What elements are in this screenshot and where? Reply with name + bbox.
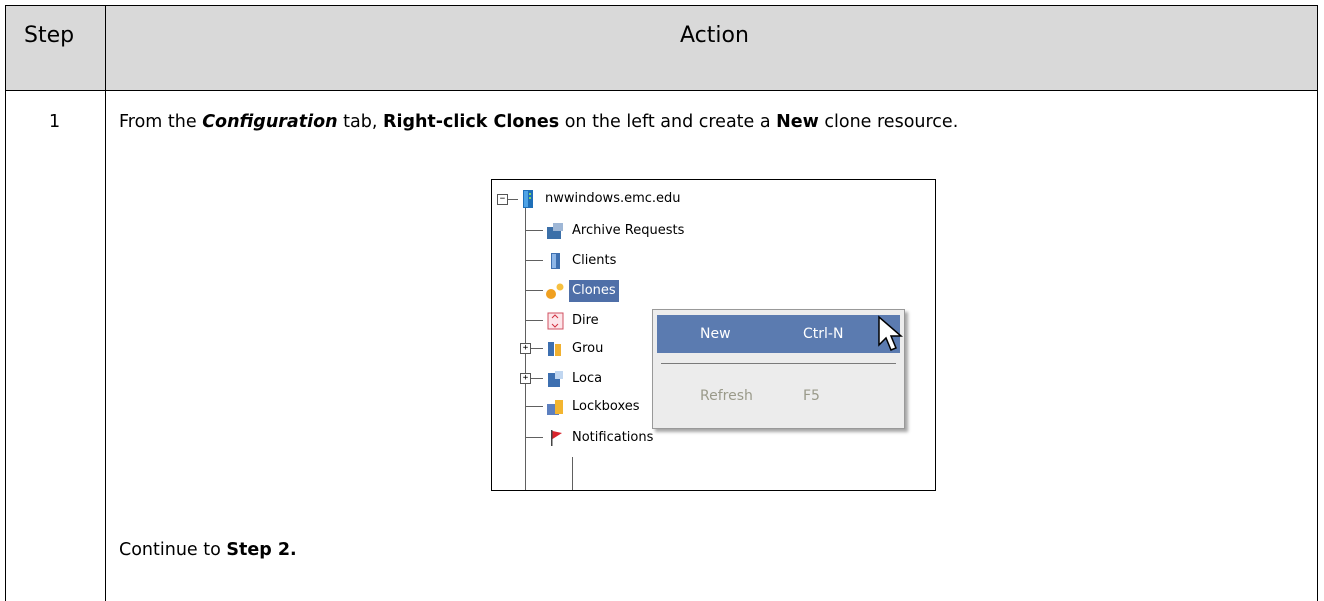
directives-icon bbox=[547, 312, 564, 330]
continue-instruction: Continue to Step 2. bbox=[119, 540, 297, 560]
menu-item-new[interactable]: New Ctrl-N bbox=[657, 315, 900, 353]
configuration-tab-ref: Configuration bbox=[202, 112, 338, 132]
lockboxes-icon bbox=[547, 400, 563, 415]
document-page: Step Action 1 From the Configuration tab… bbox=[0, 0, 1324, 601]
groups-icon bbox=[548, 342, 561, 356]
mouse-cursor-icon bbox=[878, 315, 904, 351]
step-2-ref: Step 2. bbox=[226, 540, 297, 560]
expand-toggle-local[interactable]: + bbox=[520, 373, 531, 384]
menu-item-refresh[interactable]: Refresh F5 bbox=[657, 377, 900, 415]
header-action: Action bbox=[680, 23, 749, 48]
server-icon bbox=[523, 190, 533, 208]
clones-icon bbox=[546, 283, 564, 299]
step-number: 1 bbox=[49, 112, 61, 132]
step-instruction: From the Configuration tab, Right-click … bbox=[119, 112, 959, 132]
menu-separator bbox=[661, 363, 896, 364]
collapse-toggle[interactable]: − bbox=[497, 194, 508, 205]
context-menu: New Ctrl-N Refresh F5 bbox=[652, 309, 905, 429]
header-step: Step bbox=[24, 23, 75, 48]
local-icon bbox=[548, 371, 563, 387]
table-header-row bbox=[6, 6, 1317, 90]
clients-icon bbox=[551, 253, 560, 269]
flag-icon bbox=[551, 430, 562, 446]
expand-toggle-groups[interactable]: + bbox=[520, 343, 531, 354]
archive-requests-icon bbox=[547, 223, 563, 239]
